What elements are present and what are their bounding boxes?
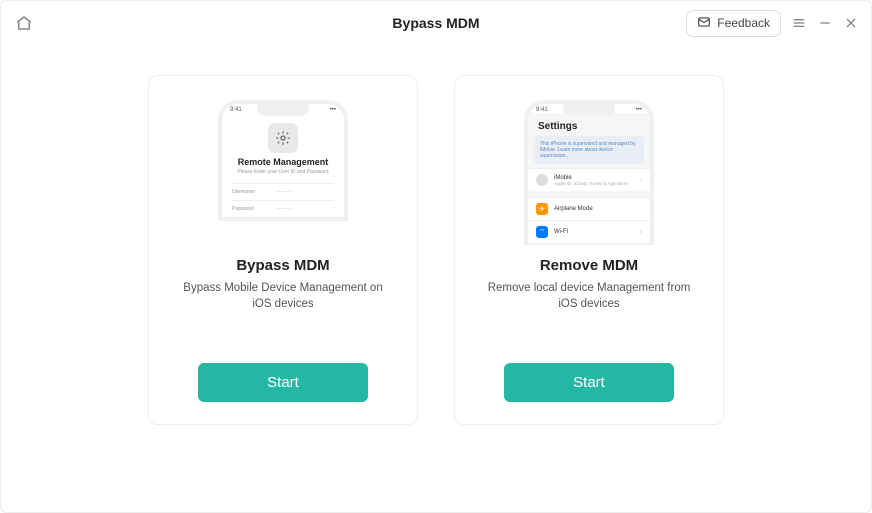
card-desc-bypass: Bypass Mobile Device Management on iOS d… (178, 280, 388, 312)
titlebar: Bypass MDM Feedback (1, 1, 871, 45)
phone-notch (563, 104, 615, 116)
start-button-bypass[interactable]: Start (198, 363, 368, 402)
card-bypass-mdm: 9:41 ••• Remote Management Please Enter … (148, 75, 418, 425)
page-title: Bypass MDM (392, 15, 479, 31)
phone-preview-remove: 9:41 ••• Settings This iPhone is supervi… (509, 100, 669, 245)
supervision-banner: This iPhone is supervised and managed by… (534, 136, 644, 164)
phone-time: 9:41 (230, 107, 242, 113)
app-window: Bypass MDM Feedback (0, 0, 872, 513)
menu-icon[interactable] (791, 15, 807, 31)
card-title-bypass: Bypass MDM (236, 257, 329, 274)
wifi-label: Wi-Fi (554, 229, 634, 235)
phone-notch (257, 104, 309, 116)
card-remove-mdm: 9:41 ••• Settings This iPhone is supervi… (454, 75, 724, 425)
feedback-button[interactable]: Feedback (686, 10, 781, 37)
gear-icon (268, 123, 298, 153)
airplane-label: Airplane Mode (554, 206, 642, 212)
signal-icon: ••• (330, 107, 336, 113)
chevron-right-icon: › (640, 177, 642, 184)
close-icon[interactable] (843, 15, 859, 31)
card-desc-remove: Remove local device Management from iOS … (484, 280, 694, 312)
settings-row-wifi: ⌔ Wi-Fi › (528, 220, 650, 243)
username-placeholder: ——— (276, 189, 291, 195)
window-controls (791, 15, 859, 31)
home-icon[interactable] (13, 12, 35, 34)
profile-sub: Apple ID, iCloud, iTunes & App Store (554, 181, 634, 186)
start-button-remove[interactable]: Start (504, 363, 674, 402)
settings-heading: Settings (528, 113, 650, 136)
content-area: 9:41 ••• Remote Management Please Enter … (1, 45, 871, 512)
airplane-icon: ✈ (536, 203, 548, 215)
chevron-right-icon: › (640, 229, 642, 236)
minimize-icon[interactable] (817, 15, 833, 31)
password-placeholder: ——— (276, 206, 291, 212)
settings-row-profile: iMobie Apple ID, iCloud, iTunes & App St… (528, 168, 650, 191)
signal-icon: ••• (636, 107, 642, 113)
phone-time: 9:41 (536, 107, 548, 113)
phone-preview-bypass: 9:41 ••• Remote Management Please Enter … (203, 100, 363, 245)
password-label: Password (232, 206, 270, 212)
username-label: Username (232, 189, 270, 195)
phone-rm-sub: Please Enter your User ID and Password (232, 169, 334, 175)
card-title-remove: Remove MDM (540, 257, 638, 274)
avatar-icon (536, 174, 548, 186)
mail-icon (697, 15, 711, 32)
titlebar-right: Feedback (686, 10, 859, 37)
wifi-icon: ⌔ (536, 226, 548, 238)
settings-row-airplane: ✈ Airplane Mode (528, 197, 650, 220)
phone-rm-title: Remote Management (232, 157, 334, 167)
feedback-label: Feedback (717, 16, 770, 30)
